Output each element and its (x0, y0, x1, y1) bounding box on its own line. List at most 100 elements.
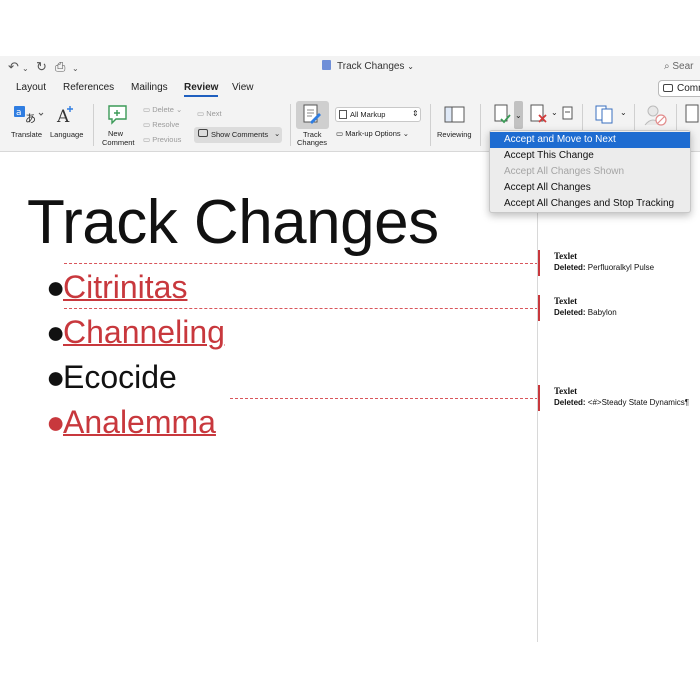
ribbon-separator (93, 104, 94, 146)
balloon-prefix: Deleted: (554, 263, 586, 272)
markup-select-value: All Markup (350, 110, 386, 119)
balloon-text: Deleted: <#>Steady State Dynamics¶ (554, 397, 698, 408)
comments-button[interactable]: Comm (658, 80, 700, 97)
accept-icon (494, 104, 511, 124)
undo-dropdown-icon[interactable]: ⌄ (22, 61, 29, 77)
search-icon: ⌕ (664, 61, 670, 72)
previous-comment-label: Previous (152, 135, 182, 144)
document-canvas[interactable]: Track Changes ●Citrinitas ●Channeling ●E… (0, 152, 700, 642)
markup-options-icon: ▭ (336, 129, 344, 138)
markup-icon (339, 110, 347, 119)
list-item-text: Channeling (63, 314, 225, 350)
list-item[interactable]: ●Analemma (46, 404, 216, 440)
bullet-icon: ● (46, 404, 66, 440)
balloon-prefix: Deleted: (554, 308, 586, 317)
list-item[interactable]: ●Citrinitas (46, 269, 187, 305)
menu-item-accept-all-changes[interactable]: Accept All Changes (490, 180, 690, 196)
menu-item-accept-and-move-to-next[interactable]: Accept and Move to Next (490, 132, 690, 148)
markup-options-label: Mark-up Options (345, 129, 401, 138)
resolve-icon: ▭ (143, 120, 151, 129)
customize-toolbar-icon[interactable]: ⌄ (72, 61, 79, 77)
translate-label: Translate (11, 130, 42, 139)
show-comments-label: Show Comments (211, 130, 269, 139)
comment-icon (663, 84, 673, 92)
menu-item-accept-all-and-stop-tracking[interactable]: Accept All Changes and Stop Tracking (490, 196, 690, 212)
title-bar: ↶ ⌄ ↻ ⎙ ⌄ Track Changes ⌄ ⌕ Sear (0, 56, 700, 78)
previous-comment-icon: ▭ (143, 135, 151, 144)
next-comment-button[interactable]: ▭ Next (197, 109, 222, 118)
chevron-down-icon: ⌄ (407, 62, 414, 71)
tab-references[interactable]: References (63, 82, 114, 93)
list-item[interactable]: ●Ecocide (46, 359, 177, 395)
markup-select[interactable]: All Markup ⇕ (335, 107, 421, 122)
balloon-text: Deleted: Perfluoralkyl Pulse (554, 262, 698, 273)
delete-comment-button[interactable]: ▭ Delete ⌄ (143, 105, 182, 114)
svg-text:A: A (56, 107, 70, 126)
show-comments-icon (198, 129, 208, 137)
bullet-icon: ● (46, 359, 66, 395)
markup-options-button[interactable]: ▭ Mark-up Options ⌄ (336, 129, 409, 138)
language-icon[interactable]: A (56, 104, 78, 126)
new-comment-label-1: New (108, 129, 124, 138)
track-changes-label-2: Changes (297, 138, 328, 147)
resolve-button[interactable]: ▭ Resolve (143, 120, 179, 129)
balloon-text: Deleted: Babylon (554, 307, 698, 318)
balloon-author: Texlet (554, 251, 578, 261)
undo-icon[interactable]: ↶ (8, 59, 19, 75)
select-arrows-icon: ⇕ (412, 109, 419, 118)
print-icon[interactable]: ⎙ (55, 59, 65, 75)
reviewing-pane-icon[interactable] (444, 106, 466, 124)
previous-comment-button[interactable]: ▭ Previous (143, 135, 181, 144)
chevron-down-icon: ⌄ (175, 105, 183, 114)
menu-item-accept-this-change[interactable]: Accept This Change (490, 148, 690, 164)
next-comment-icon: ▭ (197, 109, 205, 118)
reject-icon[interactable] (529, 104, 551, 126)
accept-button[interactable] (491, 101, 514, 129)
previous-change-icon[interactable] (561, 106, 575, 122)
show-comments-button[interactable]: Show Comments ⌄ (194, 127, 282, 143)
document-title-text: Track Changes (337, 61, 405, 72)
ribbon-tabs: Layout References Mailings Review View C… (0, 78, 700, 98)
translate-icon[interactable]: a あ (14, 104, 44, 126)
balloon-author: Texlet (554, 296, 578, 306)
list-item[interactable]: ●Channeling (46, 314, 225, 350)
document-heading: Track Changes (27, 188, 439, 257)
revision-leader-line (230, 398, 538, 399)
delete-comment-label: Delete (152, 105, 174, 114)
tab-view[interactable]: View (232, 82, 254, 93)
compare-icon[interactable] (594, 103, 618, 127)
revision-balloon[interactable]: Texlet Deleted: Babylon (538, 295, 698, 321)
revision-balloon[interactable]: Texlet Deleted: <#>Steady State Dynamics… (538, 385, 698, 411)
track-changes-button[interactable] (296, 101, 329, 129)
bullet-icon: ● (46, 269, 66, 305)
svg-text:あ: あ (25, 112, 36, 125)
chevron-down-icon: ⌄ (515, 111, 522, 120)
language-label: Language (50, 130, 84, 139)
comments-button-label: Comm (677, 83, 700, 94)
balloon-deleted-text: Perfluoralkyl Pulse (587, 263, 655, 272)
compare-dropdown-icon[interactable]: ⌄ (620, 108, 627, 117)
list-item-text: Ecocide (63, 359, 177, 395)
revision-balloon[interactable]: Texlet Deleted: Perfluoralkyl Pulse (538, 250, 698, 276)
balloon-deleted-text: Babylon (587, 308, 617, 317)
tab-mailings[interactable]: Mailings (131, 82, 168, 93)
resolve-label: Resolve (152, 120, 180, 129)
new-comment-label-2: Comment (102, 138, 135, 147)
tab-layout[interactable]: Layout (16, 82, 46, 93)
new-comment-icon[interactable] (106, 102, 130, 126)
ribbon-separator (290, 104, 291, 146)
svg-text:a: a (16, 108, 22, 118)
list-item-text: Analemma (63, 404, 216, 440)
chevron-down-icon: ⌄ (274, 129, 281, 138)
balloon-deleted-text: <#>Steady State Dynamics¶ (587, 398, 690, 407)
protect-document-icon[interactable] (684, 103, 700, 127)
document-title[interactable]: Track Changes ⌄ (322, 59, 414, 75)
tab-review[interactable]: Review (184, 82, 219, 97)
balloon-author: Texlet (554, 386, 578, 396)
search-box[interactable]: ⌕ Sear (664, 58, 700, 76)
accept-dropdown-button[interactable]: ⌄ (514, 101, 523, 129)
menu-item-accept-all-changes-shown: Accept All Changes Shown (504, 166, 625, 177)
block-authors-icon[interactable] (643, 103, 669, 127)
reject-dropdown-icon[interactable]: ⌄ (551, 108, 558, 117)
redo-icon[interactable]: ↻ (36, 59, 47, 75)
